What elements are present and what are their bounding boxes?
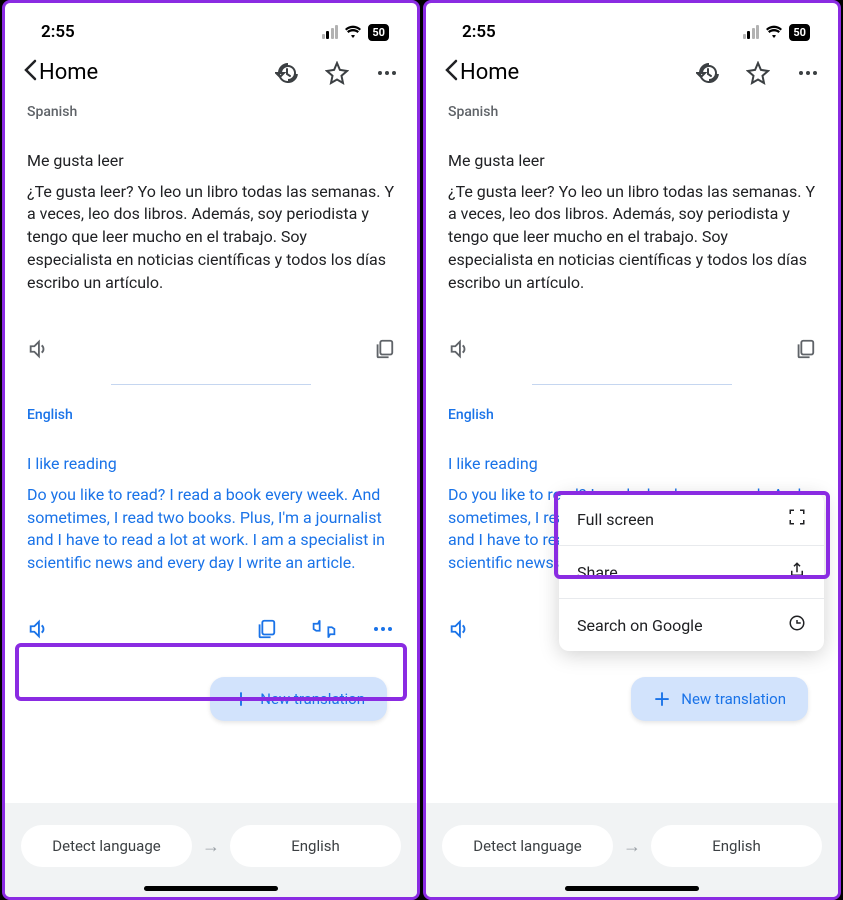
home-label: Home xyxy=(39,60,98,85)
target-language-button[interactable]: English xyxy=(230,825,401,867)
menu-share[interactable]: Share xyxy=(559,546,824,599)
copy-icon[interactable] xyxy=(373,338,395,360)
swap-icon[interactable]: → xyxy=(623,836,641,857)
chevron-left-icon xyxy=(23,59,37,86)
phone-screen-left: 2:55 50 Home xyxy=(2,0,420,900)
status-bar: 2:55 50 xyxy=(426,3,838,49)
wifi-icon xyxy=(765,25,783,39)
divider xyxy=(111,384,311,385)
language-selector-bar: Detect language → English xyxy=(426,803,838,897)
speaker-icon[interactable] xyxy=(448,338,470,360)
copy-icon[interactable] xyxy=(794,338,816,360)
detect-language-button[interactable]: Detect language xyxy=(442,825,613,867)
status-time: 2:55 xyxy=(41,22,75,42)
signal-icon xyxy=(743,25,760,39)
language-selector-bar: Detect language → English xyxy=(5,803,417,897)
header: Home xyxy=(426,49,838,94)
status-bar: 2:55 50 xyxy=(5,3,417,49)
star-icon[interactable] xyxy=(325,61,349,85)
swap-icon[interactable]: → xyxy=(202,836,220,857)
menu-fullscreen[interactable]: Full screen xyxy=(559,493,824,546)
feedback-icon[interactable] xyxy=(311,618,337,640)
menu-search-google[interactable]: Search on Google xyxy=(559,599,824,651)
speaker-icon[interactable] xyxy=(27,618,49,640)
battery-icon: 50 xyxy=(789,24,810,41)
back-button[interactable]: Home xyxy=(444,59,519,86)
speaker-icon[interactable] xyxy=(448,618,470,640)
star-icon[interactable] xyxy=(746,61,770,85)
target-language-label: English xyxy=(27,407,395,423)
source-text: Me gusta leer ¿Te gusta leer? Yo leo un … xyxy=(27,150,395,302)
home-label: Home xyxy=(460,60,519,85)
context-menu: Full screen Share Search on Google xyxy=(559,493,824,651)
target-toolbar xyxy=(27,617,395,641)
fullscreen-icon xyxy=(788,508,806,530)
status-time: 2:55 xyxy=(462,22,496,42)
share-icon xyxy=(788,561,806,583)
header: Home xyxy=(5,49,417,94)
back-button[interactable]: Home xyxy=(23,59,98,86)
target-language-button[interactable]: English xyxy=(651,825,822,867)
annotation-highlight xyxy=(15,643,407,701)
home-indicator xyxy=(565,886,699,891)
target-language-label: English xyxy=(448,407,816,423)
battery-icon: 50 xyxy=(368,24,389,41)
plus-icon xyxy=(653,690,671,708)
history-icon[interactable] xyxy=(696,61,720,85)
more-icon[interactable] xyxy=(371,617,395,641)
more-icon[interactable] xyxy=(375,61,399,85)
chevron-left-icon xyxy=(444,59,458,86)
target-text: I like reading Do you like to read? I re… xyxy=(27,453,395,583)
detect-language-button[interactable]: Detect language xyxy=(21,825,192,867)
source-language-label: Spanish xyxy=(448,104,816,120)
source-language-label: Spanish xyxy=(27,104,395,120)
history-icon[interactable] xyxy=(275,61,299,85)
copy-icon[interactable] xyxy=(255,618,277,640)
home-indicator xyxy=(144,886,278,891)
signal-icon xyxy=(322,25,339,39)
wifi-icon xyxy=(344,25,362,39)
source-text: Me gusta leer ¿Te gusta leer? Yo leo un … xyxy=(448,150,816,302)
new-translation-button[interactable]: New translation xyxy=(631,677,808,721)
more-icon[interactable] xyxy=(796,61,820,85)
divider xyxy=(532,384,732,385)
speaker-icon[interactable] xyxy=(27,338,49,360)
phone-screen-right: 2:55 50 Home xyxy=(423,0,841,900)
google-icon xyxy=(788,614,806,636)
